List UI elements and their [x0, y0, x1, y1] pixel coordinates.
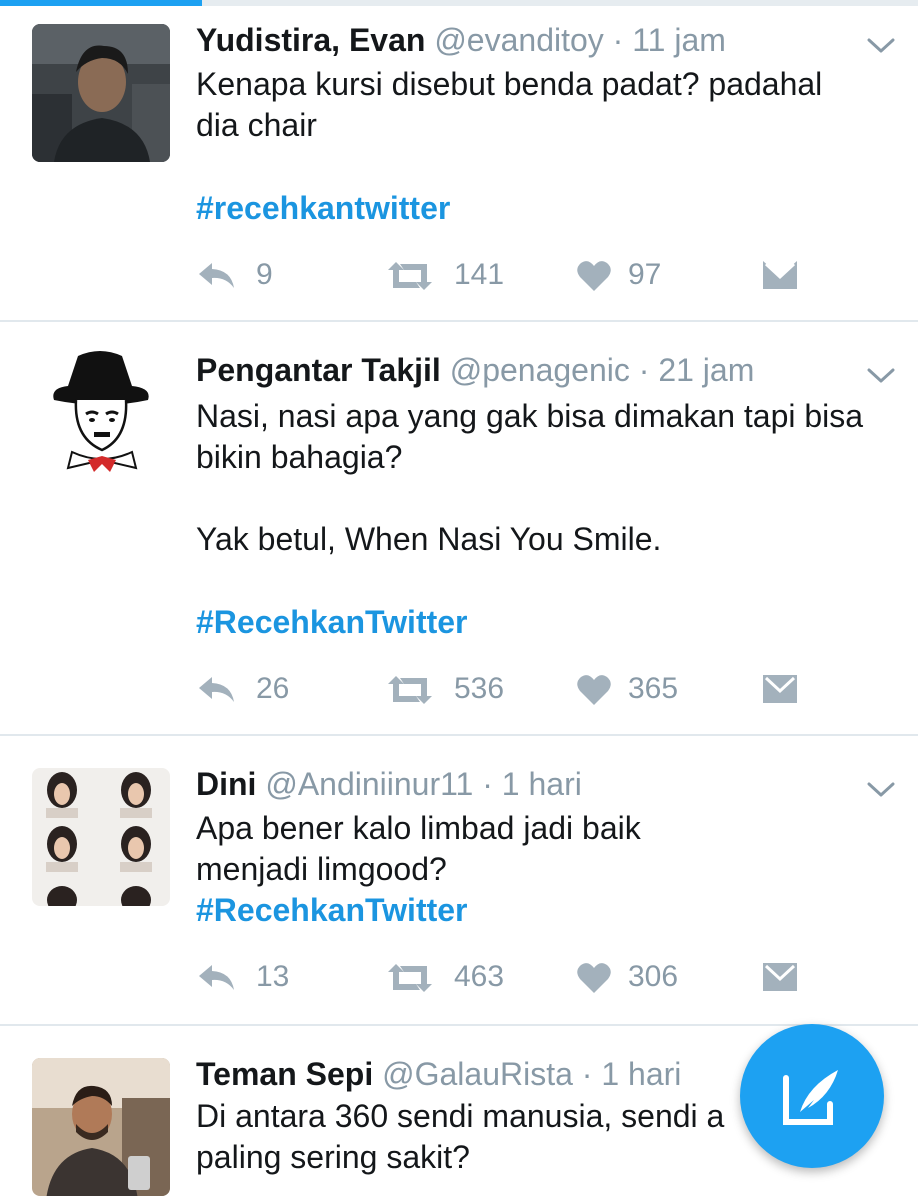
tweet-card[interactable]: Yudistira, Evan @evanditoy · 11 jam Kena…: [0, 0, 918, 322]
tweet-header: Dini @Andiniinur11 · 1 hari: [196, 764, 582, 804]
chevron-down-icon[interactable]: [866, 366, 896, 386]
avatar[interactable]: [32, 1058, 170, 1196]
tweet-card[interactable]: Dini @Andiniinur11 · 1 hari Apa bener ka…: [0, 734, 918, 1026]
reply-icon: [199, 677, 234, 702]
timestamp[interactable]: · 1 hari: [482, 766, 582, 802]
tweet-header: Yudistira, Evan @evanditoy · 11 jam: [196, 20, 726, 60]
display-name[interactable]: Teman Sepi: [196, 1056, 373, 1092]
heart-icon: [577, 261, 611, 291]
tweet-text-line: Kenapa kursi disebut benda padat? padaha…: [196, 66, 823, 102]
compose-tweet-icon: [783, 1070, 838, 1125]
hashtag-link[interactable]: #RecehkanTwitter: [196, 602, 468, 642]
tweet-text-line: Apa bener kalo limbad jadi baik: [196, 810, 641, 846]
retweet-count: 463: [454, 960, 505, 993]
tweet-text: Kenapa kursi disebut benda padat? padaha…: [196, 64, 896, 146]
retweet-count: 536: [454, 672, 505, 705]
user-handle[interactable]: @penagenic: [450, 352, 630, 388]
compose-tweet-button[interactable]: [740, 1024, 884, 1168]
reply-count: 9: [256, 258, 273, 291]
tweet-header: Teman Sepi @GalauRista · 1 hari: [196, 1054, 681, 1094]
reply-button[interactable]: 26: [196, 670, 296, 710]
hashtag-link[interactable]: #RecehkanTwitter: [196, 890, 468, 930]
retweet-button[interactable]: 463: [386, 958, 516, 998]
timestamp[interactable]: · 11 jam: [613, 22, 726, 58]
tweet-text: Nasi, nasi apa yang gak bisa dimakan tap…: [196, 396, 896, 560]
reply-button[interactable]: 13: [196, 958, 296, 998]
tweet-actions: 9 141 97: [196, 256, 816, 296]
direct-message-button[interactable]: [762, 670, 802, 710]
tweet-actions: 26 536 365: [196, 670, 816, 710]
retweet-icon: [388, 676, 432, 704]
heart-icon: [577, 963, 611, 993]
tweet-text-line: bikin bahagia?: [196, 439, 403, 475]
tweet-text-line: Yak betul, When Nasi You Smile.: [196, 521, 662, 557]
retweet-icon: [388, 262, 432, 290]
tweet-card[interactable]: Pengantar Takjil @penagenic · 21 jam Nas…: [0, 320, 918, 736]
tweet-text-line: [196, 478, 896, 519]
retweet-button[interactable]: 536: [386, 670, 516, 710]
display-name[interactable]: Yudistira, Evan: [196, 22, 425, 58]
chevron-down-icon[interactable]: [866, 36, 896, 56]
direct-message-button[interactable]: [762, 256, 802, 296]
chevron-down-icon[interactable]: [866, 780, 896, 800]
reply-count: 26: [256, 672, 290, 705]
heart-icon: [577, 675, 611, 705]
tweet-text: Apa bener kalo limbad jadi baik menjadi …: [196, 808, 896, 890]
user-handle[interactable]: @GalauRista: [382, 1056, 573, 1092]
direct-message-button[interactable]: [762, 958, 802, 998]
tweet-text-line: dia chair: [196, 107, 317, 143]
display-name[interactable]: Dini: [196, 766, 256, 802]
reply-button[interactable]: 9: [196, 256, 286, 296]
avatar[interactable]: [32, 768, 170, 906]
envelope-icon: [763, 675, 797, 703]
reply-icon: [199, 263, 234, 288]
like-button[interactable]: 97: [576, 256, 686, 296]
avatar[interactable]: [32, 348, 170, 486]
like-button[interactable]: 306: [576, 958, 696, 998]
retweet-count: 141: [454, 258, 505, 291]
avatar[interactable]: [32, 24, 170, 162]
user-handle[interactable]: @evanditoy: [434, 22, 603, 58]
envelope-icon: [763, 261, 797, 289]
tweet-text-line: menjadi limgood?: [196, 851, 447, 887]
user-handle[interactable]: @Andiniinur11: [265, 766, 473, 802]
like-count: 97: [628, 258, 662, 291]
like-button[interactable]: 365: [576, 670, 696, 710]
tweet-header: Pengantar Takjil @penagenic · 21 jam: [196, 350, 754, 390]
display-name[interactable]: Pengantar Takjil: [196, 352, 441, 388]
hashtag-link[interactable]: #recehkantwitter: [196, 188, 450, 228]
like-count: 365: [628, 672, 679, 705]
tweet-text-line: Nasi, nasi apa yang gak bisa dimakan tap…: [196, 398, 864, 434]
retweet-button[interactable]: 141: [386, 256, 516, 296]
envelope-icon: [763, 963, 797, 991]
reply-count: 13: [256, 960, 290, 993]
like-count: 306: [628, 960, 679, 993]
retweet-icon: [388, 964, 432, 992]
timestamp[interactable]: · 1 hari: [582, 1056, 682, 1092]
timestamp[interactable]: · 21 jam: [639, 352, 755, 388]
tweet-actions: 13 463 306: [196, 958, 816, 998]
reply-icon: [199, 965, 234, 990]
